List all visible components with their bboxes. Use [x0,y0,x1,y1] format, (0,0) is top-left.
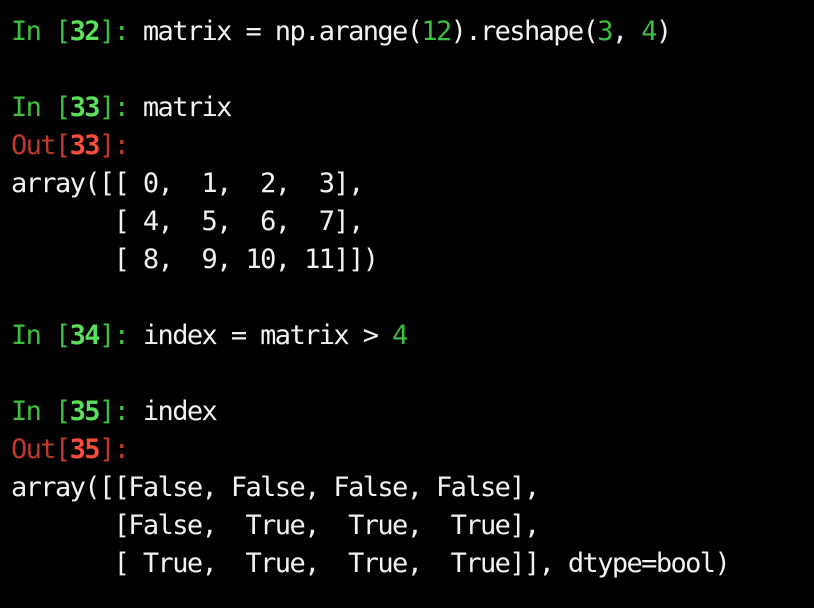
in-prompt-number: 35 [69,396,101,427]
output-prompt-35: Out[35]: [11,431,814,469]
code-number-literal: 3 [597,16,613,47]
output-line: array([[False, False, False, False], [11,472,540,503]
code-text: matrix [142,92,233,123]
code-text: index [142,396,218,427]
out-prompt-label: Out[ [11,130,71,161]
in-prompt: In [35]: [11,396,143,427]
code-text: ) [655,16,672,47]
terminal-window[interactable]: In [32]: matrix = np.arange(12).reshape(… [0,0,814,608]
in-prompt-close: ]: [98,396,143,427]
in-prompt-label: In [ [11,92,71,123]
in-prompt-label: In [ [11,396,71,427]
out-prompt-close: ]: [98,434,130,465]
code-text: index = matrix > [142,320,393,351]
code-number-literal: 4 [392,320,408,351]
output-line: array([[ 0, 1, 2, 3], [11,168,364,199]
code-number-literal: 12 [421,16,452,47]
in-prompt-number: 32 [69,16,101,47]
in-prompt-number: 33 [69,92,101,123]
input-line-35: In [35]: index [11,393,814,431]
in-prompt: In [34]: [11,320,143,351]
input-line-32: In [32]: matrix = np.arange(12).reshape(… [11,13,814,51]
in-prompt-label: In [ [11,16,71,47]
output-line: [ 8, 9, 10, 11]]) [11,244,379,275]
code-text: matrix = np.arange( [142,16,423,47]
in-prompt-number: 34 [69,320,101,351]
output-line: [ 4, 5, 6, 7], [11,206,365,237]
in-prompt-close: ]: [98,320,143,351]
code-text: ).reshape( [450,16,599,47]
in-prompt-label: In [ [11,320,71,351]
output-line: [ True, True, True, True]], dtype=bool) [11,548,731,579]
code-number-literal: 4 [641,16,657,47]
out-prompt-close: ]: [98,130,130,161]
out-prompt-number: 35 [69,434,101,465]
in-prompt-close: ]: [98,92,143,123]
out-prompt-number: 33 [69,130,101,161]
code-text: , [611,16,642,47]
output-line: [False, True, True, True], [11,510,541,541]
in-prompt: In [33]: [11,92,143,123]
input-line-33: In [33]: matrix [11,89,814,127]
in-prompt-close: ]: [98,16,143,47]
input-line-34: In [34]: index = matrix > 4 [11,317,814,355]
out-prompt-label: Out[ [11,434,71,465]
in-prompt: In [32]: [11,16,143,47]
output-prompt-33: Out[33]: [11,127,814,165]
